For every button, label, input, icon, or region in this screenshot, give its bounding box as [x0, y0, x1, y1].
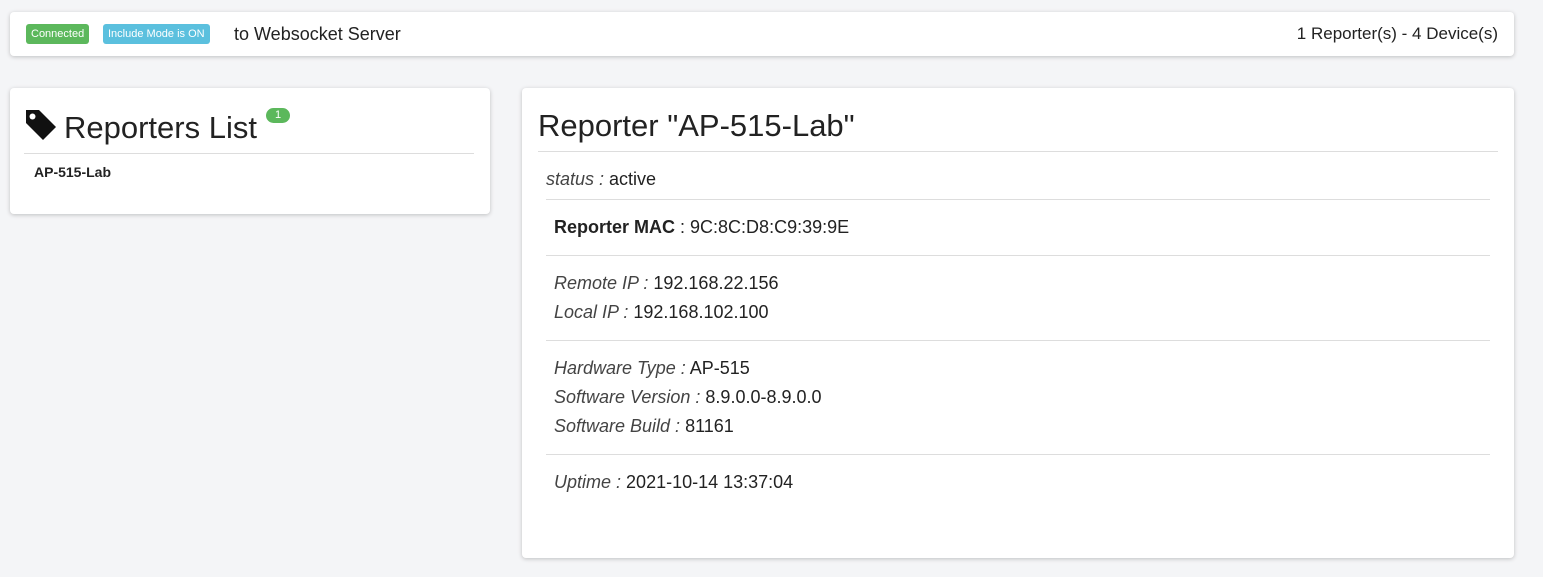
- remote-ip-value: 192.168.22.156: [653, 273, 779, 293]
- divider: [546, 199, 1490, 200]
- remote-ip-row: Remote IP : 192.168.22.156: [554, 269, 1490, 298]
- local-ip-row: Local IP : 192.168.102.100: [554, 298, 1490, 327]
- status-value: active: [609, 169, 657, 189]
- divider: [546, 454, 1490, 455]
- uptime-label: Uptime :: [554, 472, 622, 492]
- mac-value: : 9C:8C:D8:C9:39:9E: [680, 217, 850, 237]
- local-ip-value: 192.168.102.100: [633, 302, 769, 322]
- software-version-row: Software Version : 8.9.0.0-8.9.0.0: [554, 383, 1490, 412]
- tag-icon: [26, 110, 56, 140]
- divider: [546, 255, 1490, 256]
- hardware-type-value: AP-515: [689, 358, 750, 378]
- reporter-detail-panel: Reporter "AP-515-Lab" status : active Re…: [522, 88, 1514, 558]
- connection-status-bar: Connected Include Mode is ON to Websocke…: [10, 12, 1514, 56]
- divider: [546, 340, 1490, 341]
- server-status-text: to Websocket Server: [234, 24, 401, 44]
- uptime-row: Uptime : 2021-10-14 13:37:04: [554, 468, 1490, 497]
- remote-ip-label: Remote IP :: [554, 273, 649, 293]
- reporter-list-item[interactable]: AP-515-Lab: [34, 163, 111, 181]
- reporters-list-title: Reporters List: [64, 110, 257, 145]
- uptime-value: 2021-10-14 13:37:04: [626, 472, 794, 492]
- divider: [24, 153, 474, 154]
- reporter-title: Reporter "AP-515-Lab": [538, 108, 855, 143]
- software-build-value: 81161: [685, 416, 734, 436]
- local-ip-label: Local IP :: [554, 302, 629, 322]
- reporters-count-badge: 1: [266, 108, 290, 123]
- reporters-list-panel: Reporters List 1 AP-515-Lab: [10, 88, 490, 214]
- hardware-type-label: Hardware Type :: [554, 358, 686, 378]
- connected-badge: Connected: [26, 24, 90, 44]
- status-label: status :: [546, 169, 605, 189]
- status-row: status : active: [546, 165, 1490, 194]
- include-mode-badge: Include Mode is ON: [103, 24, 210, 44]
- mac-row: Reporter MAC : 9C:8C:D8:C9:39:9E: [554, 213, 1490, 242]
- reporter-device-summary: 1 Reporter(s) - 4 Device(s): [1296, 24, 1498, 43]
- hardware-type-row: Hardware Type : AP-515: [554, 354, 1490, 383]
- divider: [538, 151, 1498, 152]
- mac-label: Reporter MAC: [554, 217, 676, 237]
- software-build-label: Software Build :: [554, 416, 681, 436]
- software-version-label: Software Version :: [554, 387, 701, 407]
- software-version-value: 8.9.0.0-8.9.0.0: [705, 387, 822, 407]
- software-build-row: Software Build : 81161: [554, 412, 1490, 441]
